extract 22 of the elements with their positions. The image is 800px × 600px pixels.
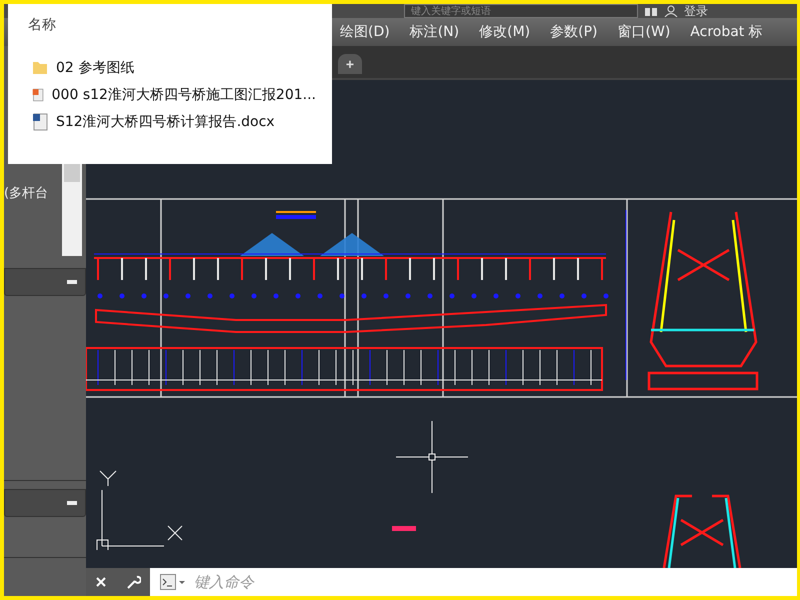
menu-item[interactable]: Acrobat 标 <box>680 23 773 41</box>
folder-icon <box>32 60 48 74</box>
file-item[interactable]: S12淮河大桥四号桥计算报告.docx <box>56 112 275 130</box>
menu-item[interactable]: 窗口(W) <box>608 23 680 41</box>
crosshair-icon <box>396 421 468 493</box>
file-item[interactable]: 000 s12淮河大桥四号桥施工图汇报201... <box>52 86 316 104</box>
document-icon <box>32 112 48 130</box>
sign-in-link[interactable]: 登录 <box>684 4 708 20</box>
ucs-axes-icon <box>94 470 184 550</box>
panel-text: (多杆台 <box>4 185 50 202</box>
menu-item[interactable]: 修改(M) <box>469 23 540 41</box>
wrench-icon[interactable] <box>125 574 141 590</box>
command-prompt-icon[interactable] <box>160 574 186 590</box>
menu-item[interactable]: 参数(P) <box>540 23 608 41</box>
file-item[interactable]: 02 参考图纸 <box>56 58 134 76</box>
new-tab-button[interactable]: + <box>338 54 362 74</box>
search-field[interactable]: 键入关键字或短语 <box>404 4 638 18</box>
close-icon[interactable] <box>95 576 107 588</box>
user-icon[interactable] <box>664 5 678 17</box>
column-header[interactable]: 名称 <box>28 16 316 34</box>
menu-item[interactable]: 标注(N) <box>400 23 470 41</box>
menu-item[interactable]: 绘图(D) <box>330 23 400 41</box>
